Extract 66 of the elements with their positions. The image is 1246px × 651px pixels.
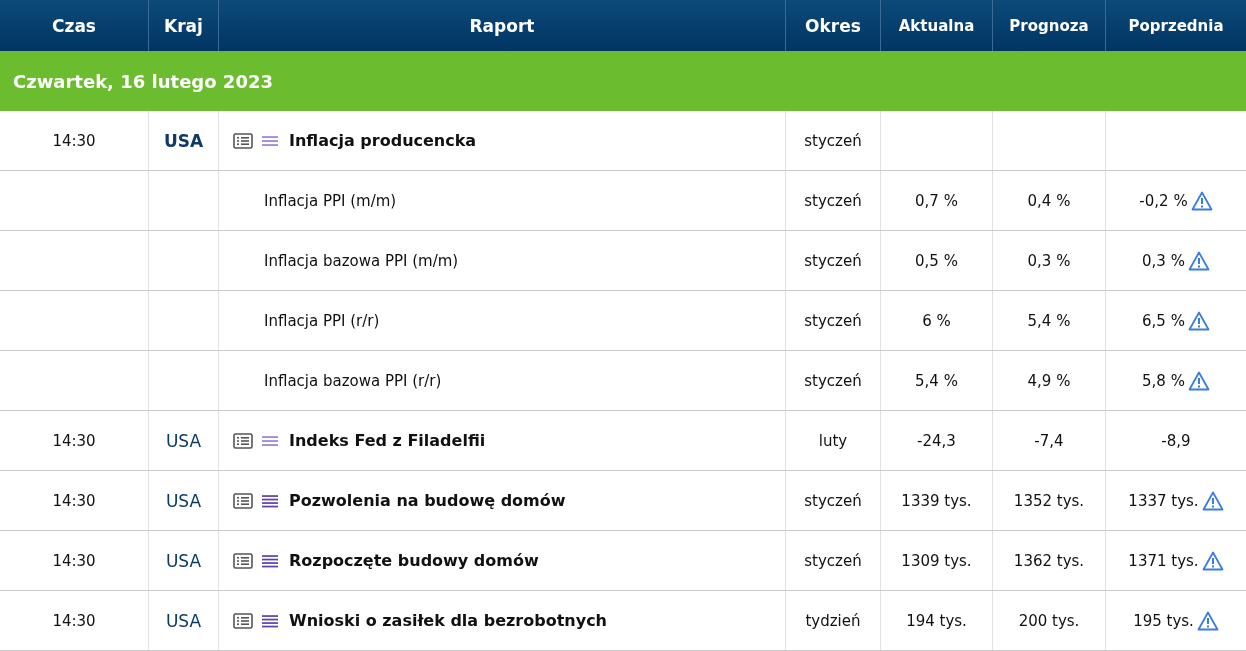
report-title[interactable]: Rozpoczęte budowy domów: [289, 551, 539, 570]
previous-value: 195 tys.: [1133, 611, 1194, 630]
actual-value: 1339 tys.: [901, 491, 972, 510]
warning-icon[interactable]: [1201, 490, 1224, 511]
period: luty: [818, 431, 848, 450]
report-subtitle: Inflacja bazowa PPI (m/m): [263, 251, 459, 270]
period: styczeń: [804, 551, 862, 570]
period: styczeń: [804, 311, 862, 330]
list-icon[interactable]: [233, 492, 253, 509]
report-subtitle: Inflacja PPI (m/m): [263, 191, 397, 210]
actual-value: 5,4 %: [915, 371, 958, 390]
actual-value: -24,3: [917, 431, 956, 450]
warning-icon[interactable]: [1196, 610, 1219, 631]
actual-value: 0,7 %: [915, 191, 958, 210]
warning-icon[interactable]: [1187, 310, 1210, 331]
forecast-value: 4,9 %: [1027, 371, 1071, 390]
forecast-value: 200 tys.: [1018, 611, 1080, 630]
forecast-value: 1362 tys.: [1013, 551, 1085, 570]
period: styczeń: [804, 191, 862, 210]
time: 14:30: [52, 131, 96, 150]
forecast-value: 5,4 %: [1027, 311, 1071, 330]
report-subtitle: Inflacja PPI (r/r): [263, 311, 380, 330]
report-title[interactable]: Inflacja producencka: [289, 131, 477, 150]
previous-value: 0,3 %: [1142, 251, 1185, 270]
forecast-value: -7,4: [1034, 431, 1064, 450]
period: styczeń: [804, 491, 862, 510]
actual-value: 194 tys.: [906, 611, 967, 630]
warning-icon[interactable]: [1201, 550, 1224, 571]
list-icon[interactable]: [233, 132, 253, 149]
country: USA: [165, 550, 202, 571]
previous-value: 5,8 %: [1142, 371, 1185, 390]
list-icon[interactable]: [233, 552, 253, 569]
report-title[interactable]: Indeks Fed z Filadelfii: [289, 431, 486, 450]
column-header: Czas: [51, 14, 97, 38]
warning-icon[interactable]: [1190, 190, 1213, 211]
forecast-value: 1352 tys.: [1013, 491, 1085, 510]
previous-value: -8,9: [1161, 431, 1191, 450]
time: 14:30: [52, 551, 96, 570]
previous-value: 1371 tys.: [1128, 551, 1199, 570]
time: 14:30: [52, 611, 96, 630]
report-title[interactable]: Pozwolenia na budowę domów: [289, 491, 566, 510]
previous-value: 6,5 %: [1142, 311, 1185, 330]
time: 14:30: [52, 491, 96, 510]
country: USA: [165, 610, 202, 631]
date-row: Czwartek, 16 lutego 2023: [0, 51, 1246, 111]
previous-value: 1337 tys.: [1128, 491, 1199, 510]
actual-value: 6 %: [922, 311, 951, 330]
forecast-value: 0,4 %: [1027, 191, 1071, 210]
list-icon[interactable]: [233, 612, 253, 629]
report-subtitle: Inflacja bazowa PPI (r/r): [263, 371, 442, 390]
period: styczeń: [804, 371, 862, 390]
time: 14:30: [52, 431, 96, 450]
period: styczeń: [804, 131, 862, 150]
warning-icon[interactable]: [1187, 250, 1210, 271]
country: USA: [163, 130, 204, 151]
period: tydzień: [805, 611, 861, 630]
actual-value: 1309 tys.: [901, 551, 972, 570]
list-icon[interactable]: [233, 432, 253, 449]
country: USA: [165, 490, 202, 511]
actual-value: 0,5 %: [915, 251, 958, 270]
forecast-value: 0,3 %: [1027, 251, 1071, 270]
report-title[interactable]: Wnioski o zasiłek dla bezrobotnych: [289, 611, 607, 630]
period: styczeń: [804, 251, 862, 270]
previous-value: -0,2 %: [1139, 191, 1188, 210]
country: USA: [165, 430, 202, 451]
warning-icon[interactable]: [1187, 370, 1210, 391]
